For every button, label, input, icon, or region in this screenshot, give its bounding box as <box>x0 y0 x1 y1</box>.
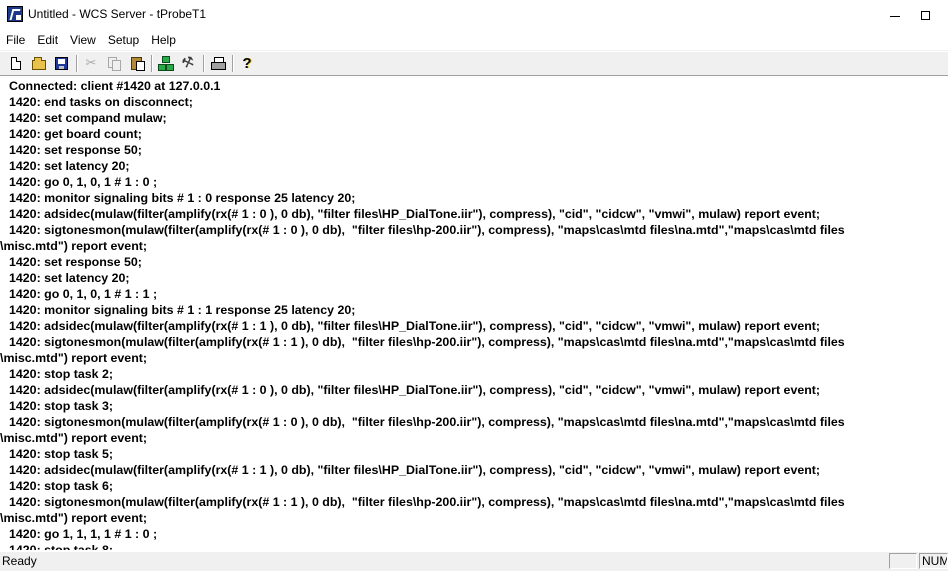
toolbar-separator <box>76 55 78 72</box>
log-line: \misc.mtd") report event; <box>0 511 148 525</box>
menu-bar: File Edit View Setup Help <box>0 30 948 51</box>
log-line: 1420: sigtonesmon(mulaw(filter(amplify(r… <box>9 223 845 237</box>
log-line: 1420: stop task 5; <box>9 447 113 461</box>
menu-edit[interactable]: Edit <box>31 30 64 50</box>
open-folder-icon <box>32 56 46 70</box>
log-line: 1420: set response 50; <box>9 255 142 269</box>
new-button[interactable] <box>7 54 25 72</box>
paste-button[interactable] <box>128 54 146 72</box>
log-line: 1420: sigtonesmon(mulaw(filter(amplify(r… <box>9 495 845 509</box>
log-line: 1420: set response 50; <box>9 143 142 157</box>
log-line: 1420: stop task 2; <box>9 367 113 381</box>
log-line: 1420: go 0, 1, 0, 1 # 1 : 1 ; <box>9 287 158 301</box>
menu-help[interactable]: Help <box>145 30 182 50</box>
toolbar-separator <box>203 55 205 72</box>
toolbar-separator <box>151 55 153 72</box>
menu-setup[interactable]: Setup <box>102 30 145 50</box>
open-button[interactable] <box>30 54 48 72</box>
log-line: 1420: stop task 3; <box>9 399 113 413</box>
network-button[interactable] <box>157 54 175 72</box>
window-title: Untitled - WCS Server - tProbeT1 <box>28 7 207 21</box>
log-line: 1420: end tasks on disconnect; <box>9 95 193 109</box>
print-button[interactable] <box>209 54 227 72</box>
toolbar: ✂ ⚒ ? <box>0 51 948 76</box>
log-line: \misc.mtd") report event; <box>0 431 148 445</box>
log-line: 1420: monitor signaling bits # 1 : 0 res… <box>9 191 356 205</box>
hammer-icon: ⚒ <box>179 53 197 73</box>
log-line: 1420: set latency 20; <box>9 271 130 285</box>
log-line: 1420: adsidec(mulaw(filter(amplify(rx(# … <box>9 319 821 333</box>
paste-icon <box>130 56 145 71</box>
minimize-icon <box>890 15 900 17</box>
maximize-button[interactable] <box>902 0 948 30</box>
save-disk-icon <box>54 56 68 70</box>
print-icon <box>210 57 226 70</box>
help-icon: ? <box>242 54 252 72</box>
menu-view[interactable]: View <box>64 30 102 50</box>
log-line: 1420: monitor signaling bits # 1 : 1 res… <box>9 303 356 317</box>
log-line: 1420: set compand mulaw; <box>9 111 167 125</box>
cut-button[interactable]: ✂ <box>82 54 100 72</box>
log-line: 1420: go 0, 1, 0, 1 # 1 : 0 ; <box>9 175 158 189</box>
log-line: 1420: get board count; <box>9 127 142 141</box>
tools-button[interactable]: ⚒ <box>179 53 197 73</box>
log-line: 1420: stop task 6; <box>9 479 113 493</box>
log-line: 1420: go 1, 1, 1, 1 # 1 : 0 ; <box>9 527 158 541</box>
app-icon[interactable] <box>7 6 23 22</box>
status-text: Ready <box>2 554 37 568</box>
help-button[interactable]: ? <box>238 54 256 72</box>
log-line: 1420: adsidec(mulaw(filter(amplify(rx(# … <box>9 207 821 221</box>
maximize-icon <box>920 10 930 20</box>
toolbar-separator <box>232 55 234 72</box>
network-icon <box>158 55 174 71</box>
log-line: 1420: adsidec(mulaw(filter(amplify(rx(# … <box>9 383 821 397</box>
log-line: 1420: adsidec(mulaw(filter(amplify(rx(# … <box>9 463 821 477</box>
num-lock-indicator: NUM <box>919 553 948 569</box>
title-bar[interactable]: Untitled - WCS Server - tProbeT1 <box>0 0 948 30</box>
log-line: \misc.mtd") report event; <box>0 351 148 365</box>
log-line: 1420: sigtonesmon(mulaw(filter(amplify(r… <box>9 415 845 429</box>
status-bar: Ready NUM <box>0 551 948 571</box>
log-lines: Connected: client #1420 at 127.0.0.1 142… <box>0 78 943 550</box>
log-line: 1420: set latency 20; <box>9 159 130 173</box>
log-line: 1420: stop task 8; <box>9 543 113 550</box>
copy-button[interactable] <box>105 54 123 72</box>
log-view[interactable]: Connected: client #1420 at 127.0.0.1 142… <box>0 75 948 550</box>
new-file-icon <box>11 56 21 70</box>
status-pane-empty <box>889 553 917 569</box>
save-button[interactable] <box>52 54 70 72</box>
menu-file[interactable]: File <box>0 30 31 50</box>
copy-icon <box>108 56 121 71</box>
log-line: Connected: client #1420 at 127.0.0.1 <box>9 79 221 93</box>
log-line: 1420: sigtonesmon(mulaw(filter(amplify(r… <box>9 335 845 349</box>
log-line: \misc.mtd") report event; <box>0 239 148 253</box>
cut-scissors-icon: ✂ <box>85 55 97 71</box>
